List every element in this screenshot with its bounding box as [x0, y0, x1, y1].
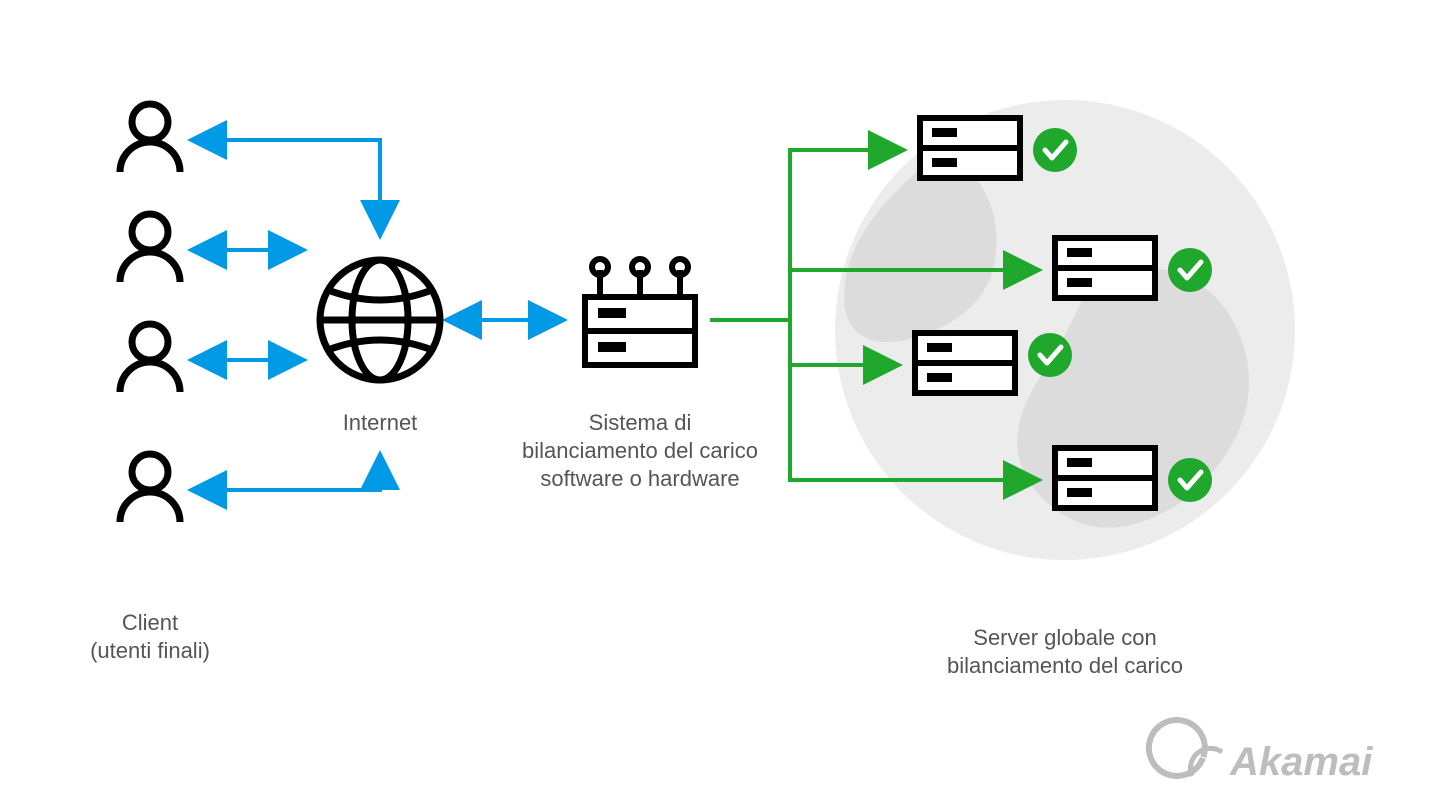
clients-label-2: (utenti finali)	[90, 638, 210, 663]
user-icon	[120, 324, 180, 392]
brand-logo: Akamai	[1141, 712, 1373, 784]
check-circle-icon	[1028, 333, 1072, 377]
user-icon	[120, 214, 180, 282]
lb-label-1: Sistema di	[589, 410, 692, 435]
lb-label-3: software o hardware	[540, 466, 739, 491]
servers-label-1: Server globale con	[973, 625, 1156, 650]
server-icon	[920, 118, 1020, 178]
lb-label-2: bilanciamento del carico	[522, 438, 758, 463]
server-icon	[1055, 238, 1155, 298]
check-circle-icon	[1168, 458, 1212, 502]
clients-label-1: Client	[122, 610, 178, 635]
servers-label-2: bilanciamento del carico	[947, 653, 1183, 678]
clients-group	[120, 104, 180, 522]
brand-text: Akamai	[1229, 740, 1373, 784]
user-icon	[120, 104, 180, 172]
server-icon	[915, 333, 1015, 393]
internet-label: Internet	[343, 410, 418, 435]
client-internet-arrows	[195, 140, 560, 490]
check-circle-icon	[1033, 128, 1077, 172]
globe-icon	[320, 260, 440, 380]
server-icon	[1055, 448, 1155, 508]
load-balancer-icon	[585, 259, 695, 365]
check-circle-icon	[1168, 248, 1212, 292]
user-icon	[120, 454, 180, 522]
